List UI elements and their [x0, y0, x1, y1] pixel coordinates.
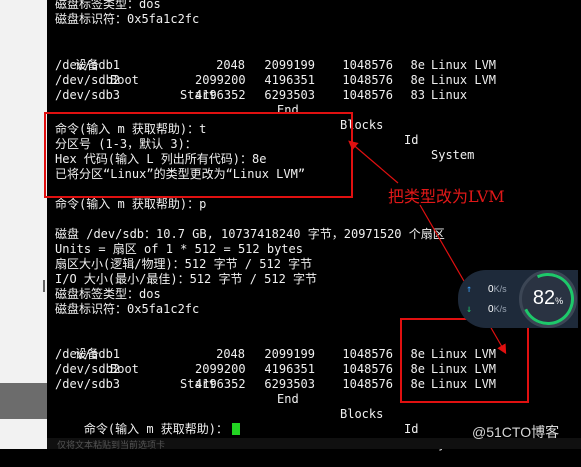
label-type2-line: 磁盘标签类型：dos — [55, 287, 161, 301]
cell-start: 4196352 — [195, 88, 246, 102]
units-line: Units = 扇区 of 1 * 512 = 512 bytes — [55, 242, 303, 256]
io-size-line: I/O 大小(最小/最佳)：512 字节 / 512 字节 — [55, 272, 318, 286]
cell-device: /dev/sdb1 — [55, 347, 121, 361]
cell-start: 2048 — [216, 58, 245, 72]
cell-device: /dev/sdb2 — [55, 73, 121, 87]
gauge-percent: 82% — [532, 287, 564, 309]
cell-blocks: 1048576 — [342, 362, 393, 376]
label-type-line: 磁盘标签类型：dos — [55, 0, 161, 11]
cell-start: 4196352 — [195, 377, 246, 391]
cell-system: Linux LVM — [431, 73, 497, 87]
cell-device: /dev/sdb1 — [55, 58, 121, 72]
annotation-box-command — [44, 112, 353, 198]
annotation-text: 把类型改为LVM — [388, 187, 505, 206]
cell-blocks: 1048576 — [342, 88, 393, 102]
final-prompt-text: 命令(输入 m 获取帮助)： — [83, 422, 229, 436]
label-id-line: 磁盘标识符：0x5fa1c2fc — [55, 12, 200, 26]
cell-blocks: 1048576 — [342, 58, 393, 72]
header-blocks: Blocks — [340, 407, 384, 421]
download-speed: 0K/s — [488, 304, 507, 315]
memory-load-gauge[interactable]: 82% — [514, 265, 581, 333]
cell-end: 4196351 — [264, 73, 315, 87]
left-strip-dark-block — [0, 383, 47, 419]
cell-end: 6293503 — [264, 88, 315, 102]
cell-end: 6293503 — [264, 377, 315, 391]
table-row: /dev/sdb1 2048 2099199 1048576 8e Linux LVM — [55, 58, 515, 73]
cell-id: 8e — [410, 58, 425, 72]
upload-arrow-icon: ↑ — [466, 284, 473, 295]
header-end: End — [277, 392, 299, 406]
sector-size-line: 扇区大小(逻辑/物理)：512 字节 / 512 字节 — [55, 257, 313, 271]
cell-end: 2099199 — [264, 347, 315, 361]
upload-speed: 0K/s — [488, 284, 507, 295]
cell-blocks: 1048576 — [342, 73, 393, 87]
final-prompt-line[interactable]: 命令(输入 m 获取帮助)： — [55, 407, 241, 436]
cell-device: /dev/sdb3 — [55, 377, 121, 391]
cell-device: /dev/sdb3 — [55, 88, 121, 102]
table-header: 设备 Boot Start End Blocks Id System — [55, 43, 495, 162]
cell-system: Linux LVM — [431, 58, 497, 72]
cell-end: 4196351 — [264, 362, 315, 376]
download-arrow-icon: ↓ — [466, 304, 473, 315]
cell-system: Linux — [431, 88, 468, 102]
cell-blocks: 1048576 — [342, 377, 393, 391]
text-cursor-mark — [43, 280, 45, 292]
cell-device: /dev/sdb2 — [55, 362, 121, 376]
cmd-p-line: 命令(输入 m 获取帮助)：p — [55, 197, 207, 211]
bottom-bar-text: 仅将文本粘贴到当前选项卡 — [57, 440, 166, 450]
header-id: Id — [404, 422, 419, 436]
left-window-strip — [0, 0, 47, 449]
cell-start: 2099200 — [195, 362, 246, 376]
cell-start: 2099200 — [195, 73, 246, 87]
cell-end: 2099199 — [264, 58, 315, 72]
table-row: /dev/sdb3 4196352 6293503 1048576 83 Linux — [55, 88, 515, 103]
annotation-box-result — [400, 318, 529, 403]
disk-info-line: 磁盘 /dev/sdb：10.7 GB, 10737418240 字节，2097… — [55, 227, 445, 241]
cell-start: 2048 — [216, 347, 245, 361]
header-system: System — [431, 148, 475, 162]
cell-blocks: 1048576 — [342, 347, 393, 361]
label-id2-line: 磁盘标识符：0x5fa1c2fc — [55, 302, 200, 316]
terminal-cursor — [232, 423, 241, 435]
cell-id: 83 — [410, 88, 425, 102]
cell-id: 8e — [410, 73, 425, 87]
header-id: Id — [404, 133, 419, 147]
table-row: /dev/sdb2 2099200 4196351 1048576 8e Linux LV… — [55, 73, 515, 88]
watermark: @51CTO博客 — [472, 424, 560, 440]
